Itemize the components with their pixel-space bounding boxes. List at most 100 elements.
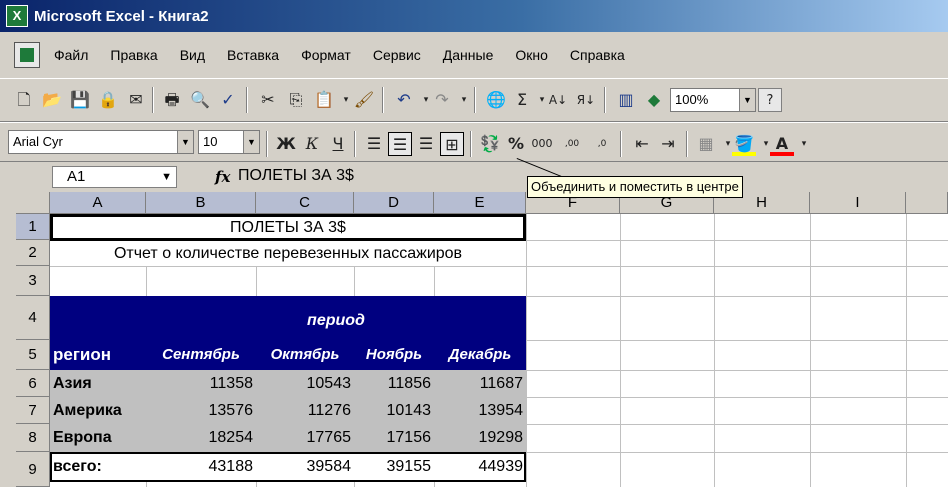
- align-left-icon[interactable]: ☰: [362, 132, 386, 156]
- zoom-combo[interactable]: 100% ▼: [670, 88, 756, 112]
- permission-icon[interactable]: 🔒: [96, 88, 120, 112]
- print-preview-icon[interactable]: 🔍: [188, 88, 212, 112]
- select-all-corner[interactable]: [16, 192, 50, 214]
- cell-region-header[interactable]: регион: [50, 340, 146, 370]
- save-icon[interactable]: 💾: [68, 88, 92, 112]
- cell-value[interactable]: 11358: [146, 370, 256, 397]
- menu-insert[interactable]: Вставка: [227, 47, 279, 63]
- cell-a1-title[interactable]: ПОЛЕТЫ ЗА 3$: [50, 214, 526, 241]
- help-icon[interactable]: ?: [758, 88, 782, 112]
- insert-function-icon[interactable]: fx: [215, 168, 230, 186]
- open-folder-icon[interactable]: 📂: [40, 88, 64, 112]
- name-box-dropdown-icon[interactable]: ▼: [161, 167, 172, 187]
- comma-style-button[interactable]: 000: [530, 132, 554, 156]
- menu-tools[interactable]: Сервис: [373, 47, 421, 63]
- cell-value[interactable]: 13954: [434, 397, 526, 424]
- menu-view[interactable]: Вид: [180, 47, 205, 63]
- column-header-e[interactable]: E: [434, 192, 526, 214]
- menu-edit[interactable]: Правка: [110, 47, 157, 63]
- cell-month-header[interactable]: Ноябрь: [354, 340, 434, 370]
- cell-value[interactable]: 17765: [256, 424, 354, 452]
- sort-ascending-icon[interactable]: A↓: [546, 88, 570, 112]
- menu-help[interactable]: Справка: [570, 47, 625, 63]
- row-header-1[interactable]: 1: [16, 214, 50, 240]
- redo-dropdown-icon[interactable]: ▾: [452, 88, 476, 112]
- column-header-d[interactable]: D: [354, 192, 434, 214]
- spelling-icon[interactable]: ✓: [216, 88, 240, 112]
- cell-total[interactable]: 44939: [434, 452, 526, 482]
- cell-value[interactable]: 11687: [434, 370, 526, 397]
- align-right-icon[interactable]: ☰: [414, 132, 438, 156]
- font-name-combo[interactable]: Arial Cyr ▼: [8, 130, 194, 154]
- cell-a2-subtitle[interactable]: Отчет о количестве перевезенных пассажир…: [50, 241, 526, 266]
- row-header-7[interactable]: 7: [16, 397, 50, 424]
- cell-value[interactable]: 10543: [256, 370, 354, 397]
- row-header-5[interactable]: 5: [16, 340, 50, 370]
- redo-icon[interactable]: ↷: [430, 88, 454, 112]
- cell-month-header[interactable]: Декабрь: [434, 340, 526, 370]
- cell-value[interactable]: 19298: [434, 424, 526, 452]
- font-color-dropdown-icon[interactable]: ▾: [792, 132, 816, 156]
- cell-region[interactable]: Америка: [50, 397, 146, 424]
- excel-app-icon[interactable]: X: [6, 5, 28, 27]
- decrease-indent-icon[interactable]: ⇤: [630, 132, 654, 156]
- menu-window[interactable]: Окно: [515, 47, 548, 63]
- row-header-2[interactable]: 2: [16, 240, 50, 266]
- cell-value[interactable]: 17156: [354, 424, 434, 452]
- column-header-i[interactable]: I: [810, 192, 906, 214]
- column-header-b[interactable]: B: [146, 192, 256, 214]
- cell-value[interactable]: 18254: [146, 424, 256, 452]
- percent-style-button[interactable]: %: [504, 132, 528, 156]
- format-painter-icon[interactable]: 🖌: [352, 88, 376, 112]
- font-color-icon[interactable]: A: [770, 132, 794, 156]
- merge-and-center-icon[interactable]: ⊞: [440, 132, 464, 156]
- borders-icon[interactable]: ▦: [694, 132, 718, 156]
- hyperlink-icon[interactable]: 🌐: [484, 88, 508, 112]
- chart-wizard-icon[interactable]: ▥: [614, 88, 638, 112]
- cell-region[interactable]: Азия: [50, 370, 146, 397]
- column-header-a[interactable]: A: [50, 192, 146, 214]
- workbook-icon[interactable]: [14, 42, 40, 68]
- cell-total-label[interactable]: всего:: [50, 452, 146, 482]
- sort-descending-icon[interactable]: Я↓: [574, 88, 598, 112]
- new-document-icon[interactable]: 🗋: [12, 88, 36, 112]
- increase-indent-icon[interactable]: ⇥: [656, 132, 680, 156]
- font-size-dropdown-icon[interactable]: ▼: [243, 131, 259, 153]
- font-size-combo[interactable]: 10 ▼: [198, 130, 260, 154]
- cell-value[interactable]: 10143: [354, 397, 434, 424]
- cell-value[interactable]: 13576: [146, 397, 256, 424]
- row-header-4[interactable]: 4: [16, 296, 50, 340]
- cell-region[interactable]: Европа: [50, 424, 146, 452]
- cell-period-header[interactable]: период: [146, 308, 526, 334]
- row-header-3[interactable]: 3: [16, 266, 50, 296]
- cell-total[interactable]: 43188: [146, 452, 256, 482]
- underline-button[interactable]: Ч: [326, 132, 350, 156]
- row-header-8[interactable]: 8: [16, 424, 50, 452]
- font-name-dropdown-icon[interactable]: ▼: [177, 131, 193, 153]
- copy-icon[interactable]: ⎘: [284, 88, 308, 112]
- drawing-icon[interactable]: ◆: [642, 88, 666, 112]
- italic-button[interactable]: К: [300, 132, 324, 156]
- cell-month-header[interactable]: Сентябрь: [146, 340, 256, 370]
- cell-total[interactable]: 39584: [256, 452, 354, 482]
- column-header-c[interactable]: C: [256, 192, 354, 214]
- cell-month-header[interactable]: Октябрь: [256, 340, 354, 370]
- formula-input[interactable]: ПОЛЕТЫ ЗА 3$: [238, 166, 354, 186]
- menu-format[interactable]: Формат: [301, 47, 351, 63]
- increase-decimal-button[interactable]: ,00 →,0: [558, 132, 586, 173]
- decrease-decimal-button[interactable]: ,0 →,00: [588, 132, 616, 173]
- cell-total[interactable]: 39155: [354, 452, 434, 482]
- undo-icon[interactable]: ↶: [392, 88, 416, 112]
- column-header-j[interactable]: [906, 192, 948, 214]
- fill-color-icon[interactable]: 🪣: [732, 132, 756, 156]
- menu-data[interactable]: Данные: [443, 47, 494, 63]
- cell-value[interactable]: 11276: [256, 397, 354, 424]
- email-icon[interactable]: ✉: [124, 88, 148, 112]
- zoom-dropdown-icon[interactable]: ▼: [739, 89, 755, 111]
- name-box[interactable]: A1 ▼: [52, 166, 177, 188]
- bold-button[interactable]: Ж: [274, 132, 298, 156]
- cell-value[interactable]: 11856: [354, 370, 434, 397]
- row-header-9[interactable]: 9: [16, 452, 50, 487]
- paste-icon[interactable]: 📋: [312, 88, 336, 112]
- cut-icon[interactable]: ✂: [256, 88, 280, 112]
